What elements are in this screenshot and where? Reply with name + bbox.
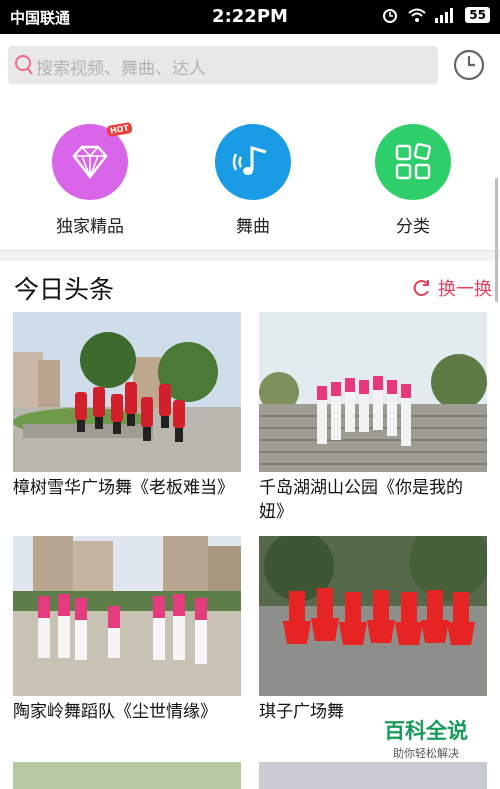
music-note-icon xyxy=(232,146,267,175)
video-thumbnail xyxy=(13,762,241,789)
signal-icon xyxy=(435,8,454,23)
category-label: 独家精品 xyxy=(56,217,124,237)
video-thumbnail xyxy=(259,762,487,789)
video-title: 樟树雪华广场舞《老板难当》 xyxy=(13,478,234,498)
category-exclusive[interactable]: HOT 独家精品 xyxy=(30,121,150,237)
diamond-icon xyxy=(72,145,108,179)
video-title: 千岛湖湖山公园《你是我的妞》 xyxy=(259,478,463,522)
watermark-slogan: 助你轻松解决 xyxy=(393,747,459,760)
search-input[interactable]: 搜索视频、舞曲、达人 xyxy=(8,46,438,84)
refresh-icon xyxy=(413,280,429,296)
history-clock-icon[interactable] xyxy=(452,48,486,82)
video-thumbnail xyxy=(259,536,487,696)
grid-circle xyxy=(375,124,451,200)
refresh-label: 换一换 xyxy=(438,279,492,300)
video-card-partial[interactable] xyxy=(259,762,487,789)
video-card[interactable]: 樟树雪华广场舞《老板难当》 xyxy=(13,312,241,500)
video-card[interactable]: 陶家岭舞蹈队《尘世情缘》 xyxy=(13,536,241,724)
watermark-logo: 百科全说 助你轻松解决 xyxy=(352,712,500,762)
exclusive-circle: HOT xyxy=(52,121,133,200)
section-title: 今日头条 xyxy=(14,275,115,304)
category-dance-music[interactable]: 舞曲 xyxy=(193,124,313,237)
watermark-brand: 百科全说 xyxy=(384,719,468,743)
grid-icon xyxy=(395,143,431,180)
category-row: HOT 独家精品 舞曲 分类 xyxy=(0,98,500,248)
search-placeholder: 搜索视频、舞曲、达人 xyxy=(36,59,206,79)
video-thumbnail xyxy=(13,312,241,472)
video-card[interactable]: 千岛湖湖山公园《你是我的妞》 xyxy=(259,312,487,524)
video-thumbnail xyxy=(13,536,241,696)
top-bar: 搜索视频、舞曲、达人 xyxy=(0,34,500,98)
music-circle xyxy=(215,124,291,200)
video-card[interactable]: 琪子广场舞 xyxy=(259,536,487,724)
category-label: 分类 xyxy=(396,217,430,237)
category-label: 舞曲 xyxy=(236,217,270,237)
video-title: 陶家岭舞蹈队《尘世情缘》 xyxy=(13,702,217,722)
scrollbar[interactable] xyxy=(495,178,498,302)
search-icon xyxy=(15,55,33,75)
refresh-button[interactable]: 换一换 xyxy=(412,275,492,301)
wifi-icon xyxy=(408,8,426,22)
video-card-partial[interactable] xyxy=(13,762,241,789)
hot-badge: HOT xyxy=(106,121,133,138)
category-classification[interactable]: 分类 xyxy=(353,124,473,237)
status-bar: 中国联通 2:22PM 55 xyxy=(0,0,500,34)
alarm-icon xyxy=(383,9,398,23)
video-thumbnail xyxy=(259,312,487,472)
battery-icon: 55 xyxy=(465,7,490,23)
section-divider xyxy=(0,250,500,261)
